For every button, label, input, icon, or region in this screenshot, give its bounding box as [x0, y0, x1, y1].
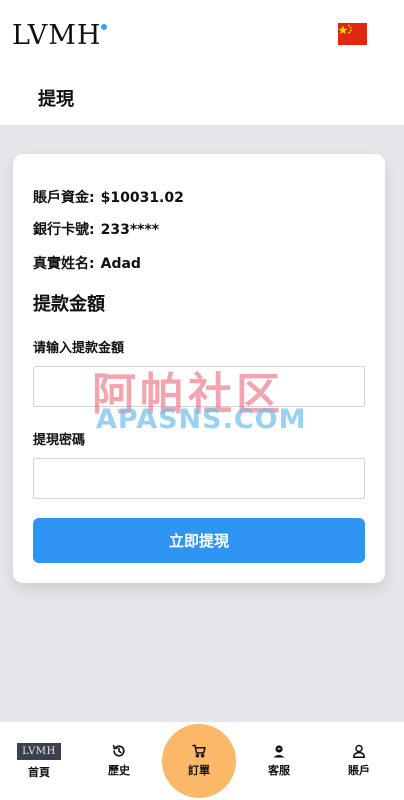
real-name-value: Adad — [100, 256, 141, 272]
card-number-row: 銀行卡號: 233**** — [33, 219, 159, 239]
card-number-label: 銀行卡號: — [33, 222, 95, 238]
customer-service-icon — [272, 744, 286, 758]
nav-account-label: 賬戶 — [348, 764, 370, 777]
top-header: LVMH 提現 — [0, 0, 404, 125]
balance-label: 賬戶資金: — [33, 190, 95, 206]
cart-icon — [192, 744, 206, 758]
history-icon — [112, 744, 126, 758]
balance-row: 賬戶資金: $10031.02 — [33, 187, 184, 207]
nav-order-label: 訂單 — [188, 764, 210, 777]
home-thumbnail: LVMH — [17, 742, 61, 760]
user-icon — [352, 744, 366, 758]
nav-service-label: 客服 — [268, 764, 290, 777]
watermark-en: APASNS.COM — [96, 404, 307, 435]
password-label: 提現密碼 — [33, 433, 86, 448]
balance-value: $10031.02 — [100, 190, 184, 206]
nav-order[interactable]: 訂單 — [162, 724, 236, 798]
amount-label: 请输入提款金額 — [33, 341, 125, 356]
card-number-value: 233**** — [100, 222, 160, 238]
nav-home-label: 首頁 — [28, 765, 50, 779]
bottom-nav: LVMH 首頁 歷史 訂單 客服 賬戶 — [0, 722, 404, 800]
page-title: 提現 — [38, 89, 74, 110]
brand-logo[interactable]: LVMH — [12, 20, 101, 51]
real-name-row: 真實姓名: Adad — [33, 253, 141, 273]
nav-history-label: 歷史 — [108, 764, 130, 777]
logo-dot — [101, 24, 107, 30]
nav-account[interactable]: 賬戶 — [330, 722, 388, 800]
withdraw-password-input[interactable] — [33, 458, 365, 499]
withdraw-amount-title: 提款金額 — [33, 294, 105, 315]
nav-home[interactable]: LVMH 首頁 — [10, 722, 68, 800]
withdraw-submit-button[interactable]: 立即提現 — [33, 518, 365, 563]
real-name-label: 真實姓名: — [33, 256, 95, 272]
nav-history[interactable]: 歷史 — [90, 722, 148, 800]
china-flag-icon[interactable] — [338, 23, 367, 45]
nav-service[interactable]: 客服 — [250, 722, 308, 800]
